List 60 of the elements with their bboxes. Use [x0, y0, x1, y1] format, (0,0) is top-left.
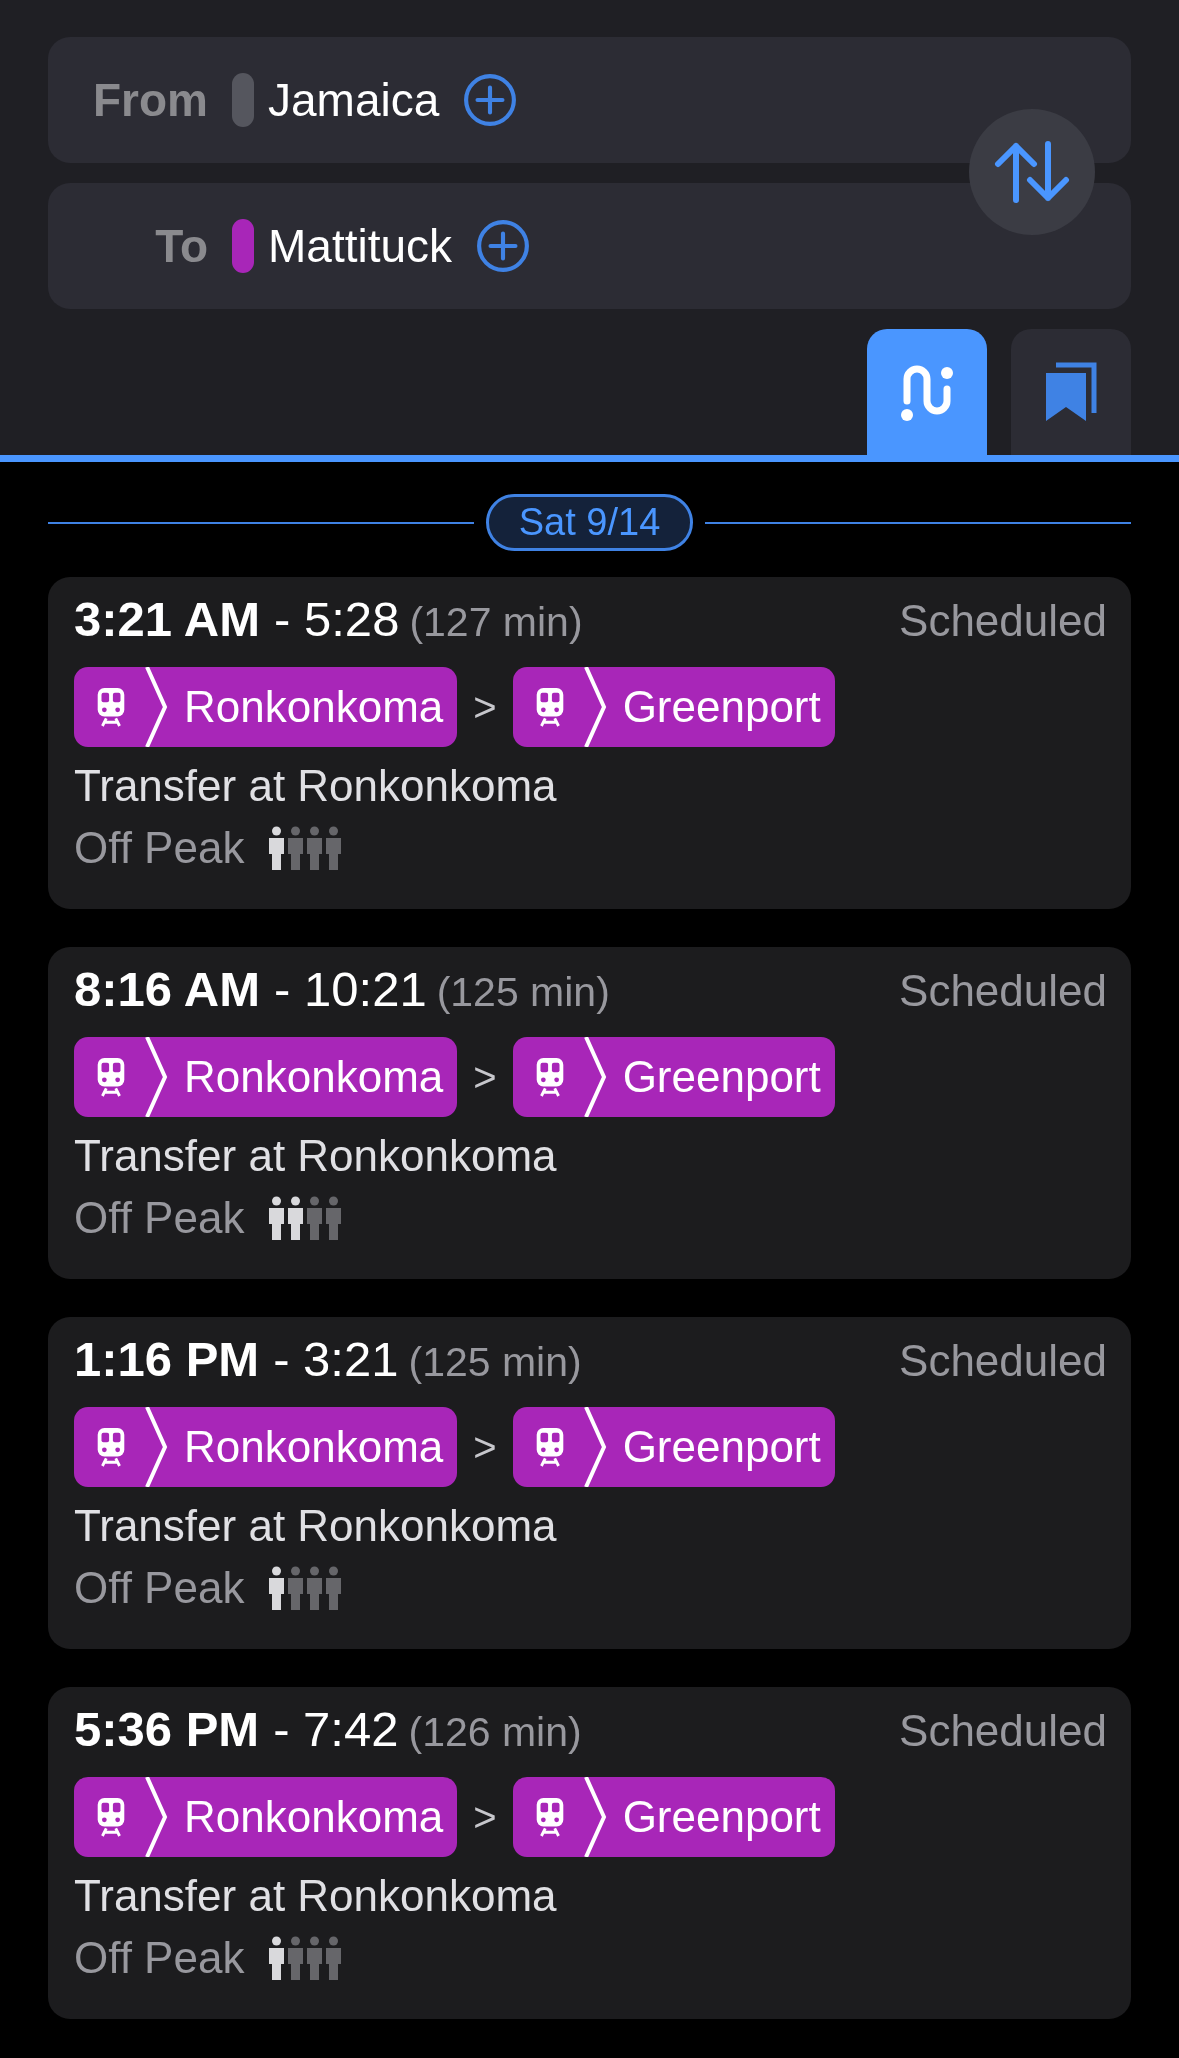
leg-separator: >	[473, 1054, 497, 1100]
field-label: To	[154, 219, 208, 273]
trip-duration: (126 min)	[408, 1709, 582, 1756]
trip-status: Scheduled	[899, 966, 1107, 1016]
line-badge: Greenport	[512, 1037, 835, 1117]
tab[interactable]	[1011, 329, 1131, 455]
chevron-icon	[582, 1777, 609, 1857]
transfer-note: Transfer at Ronkonkoma	[74, 1131, 558, 1181]
fare-type: Off Peak	[74, 1563, 245, 1613]
chevron-icon	[582, 1407, 609, 1487]
departure-time: 3:21 AM	[74, 591, 261, 647]
line-badge: Greenport	[512, 667, 835, 747]
add-icon[interactable]	[463, 73, 518, 127]
station-field[interactable]: From Jamaica	[48, 37, 1131, 163]
arrival-time: - 5:28	[274, 591, 400, 647]
leg-separator: >	[473, 684, 497, 730]
trip-card[interactable]: 8:16 AM - 10:21 (125 min) Scheduled Ronkonkoma > Greenport Transfer at Ronkonkoma Off Peak	[48, 947, 1131, 1279]
field-label: From	[92, 73, 208, 127]
leg-separator: >	[473, 1794, 497, 1840]
chevron-icon	[144, 1777, 170, 1857]
chevron-icon	[582, 667, 609, 747]
trip-card[interactable]: 5:36 PM - 7:42 (126 min) Scheduled Ronkonkoma > Greenport Transfer at Ronkonkoma Off Peak	[48, 1687, 1131, 2019]
line-badge: Ronkonkoma	[74, 1037, 458, 1117]
line-badge: Ronkonkoma	[74, 1407, 458, 1487]
trip-status: Scheduled	[899, 1336, 1107, 1386]
chevron-icon	[582, 1037, 609, 1117]
line-badge: Ronkonkoma	[74, 1777, 458, 1857]
arrival-time: - 10:21	[274, 961, 427, 1017]
chevron-icon	[144, 1407, 170, 1487]
trip-status: Scheduled	[899, 596, 1107, 646]
trip-duration: (127 min)	[409, 599, 583, 646]
line-badge: Greenport	[512, 1777, 835, 1857]
trip-status: Scheduled	[899, 1706, 1107, 1756]
departure-time: 5:36 PM	[74, 1701, 260, 1757]
station-name: Mattituck	[268, 219, 453, 273]
trip-duration: (125 min)	[436, 969, 610, 1016]
trip-card[interactable]: 1:16 PM - 3:21 (125 min) Scheduled Ronkonkoma > Greenport Transfer at Ronkonkoma Off Peak	[48, 1317, 1131, 1649]
chevron-icon	[144, 1037, 170, 1117]
arrival-time: - 3:21	[273, 1331, 399, 1387]
fare-type: Off Peak	[74, 823, 245, 873]
add-icon[interactable]	[476, 219, 531, 273]
station-name: Jamaica	[268, 73, 440, 127]
transfer-note: Transfer at Ronkonkoma	[74, 1871, 558, 1921]
chevron-icon	[144, 667, 170, 747]
station-field[interactable]: To Mattituck	[48, 183, 1131, 309]
date-pill: Sat 9/14	[485, 494, 694, 551]
departure-time: 8:16 AM	[74, 961, 261, 1017]
transfer-note: Transfer at Ronkonkoma	[74, 1501, 558, 1551]
swap-icon	[992, 140, 1072, 204]
line-badge: Greenport	[512, 1407, 835, 1487]
transfer-note: Transfer at Ronkonkoma	[74, 761, 558, 811]
trip-duration: (125 min)	[408, 1339, 582, 1386]
trip-card[interactable]: 3:21 AM - 5:28 (127 min) Scheduled Ronkonkoma > Greenport Transfer at Ronkonkoma Off Peak	[48, 577, 1131, 909]
departure-time: 1:16 PM	[74, 1331, 260, 1387]
arrival-time: - 7:42	[273, 1701, 399, 1757]
tab[interactable]	[867, 329, 987, 455]
line-badge: Ronkonkoma	[74, 667, 458, 747]
fare-type: Off Peak	[74, 1193, 245, 1243]
fare-type: Off Peak	[74, 1933, 245, 1983]
leg-separator: >	[473, 1424, 497, 1470]
